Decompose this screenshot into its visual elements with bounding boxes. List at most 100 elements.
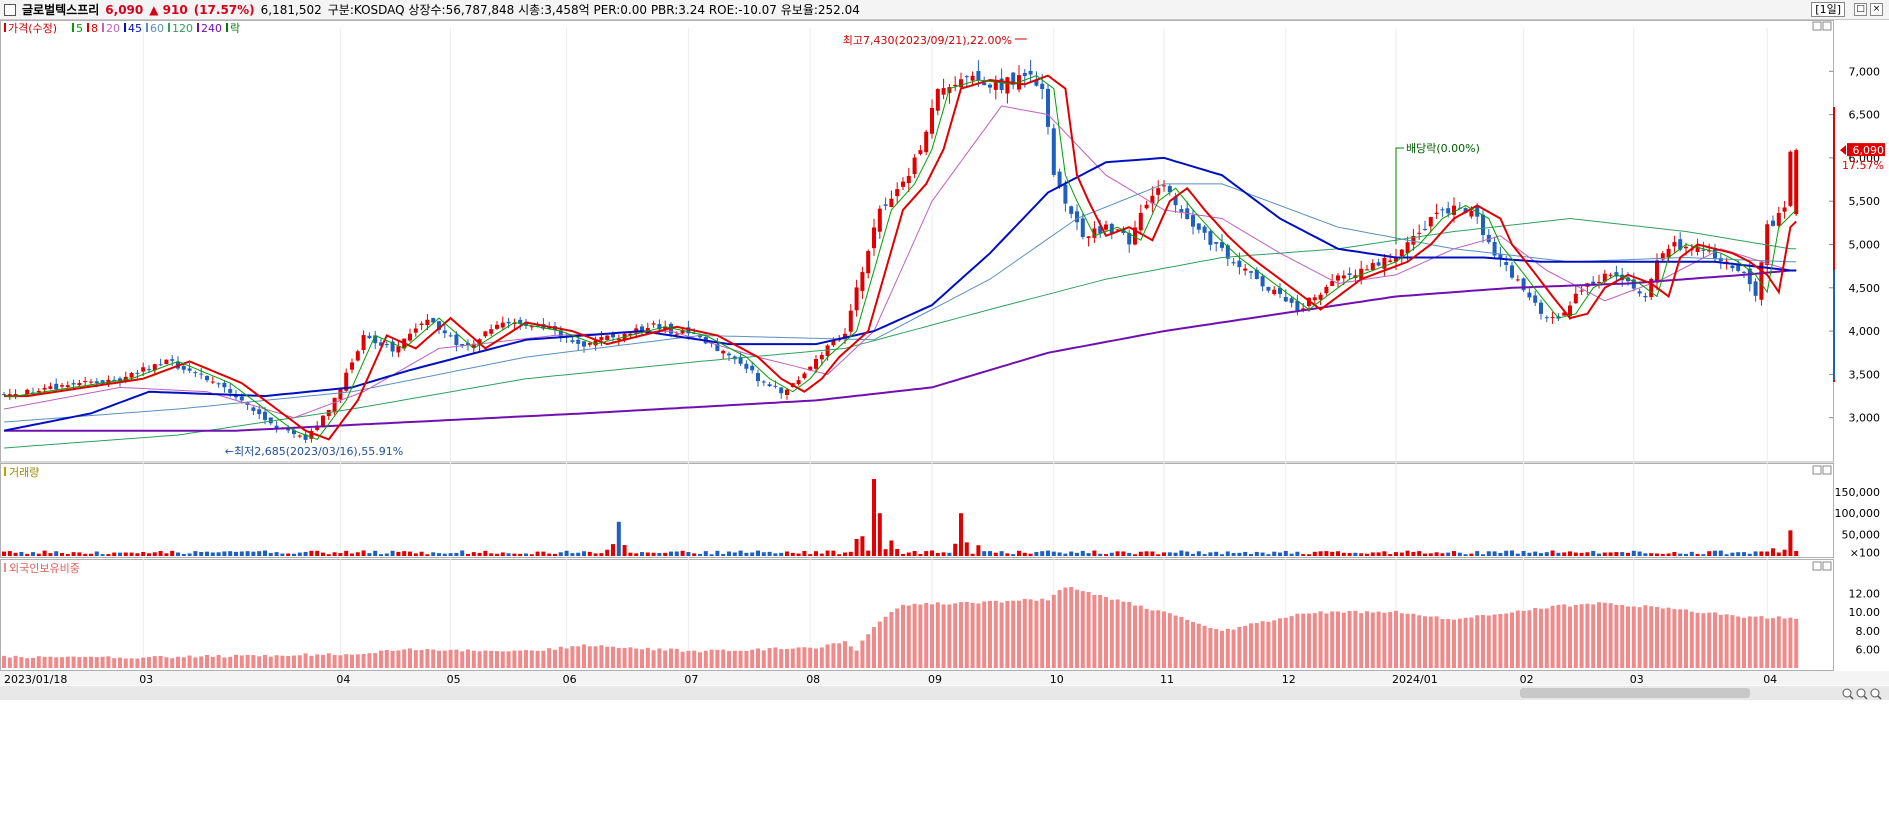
volume-bar [367,553,372,556]
volume-bar [1289,553,1294,556]
candle-body [268,417,273,424]
legend-label[interactable]: 5 [76,22,83,35]
volume-bar [547,553,552,556]
volume-panel-frame [0,463,1834,558]
legend-label[interactable]: 락 [230,22,240,35]
foreign-bar [1747,616,1752,668]
zoom-out-icon[interactable] [1856,688,1866,698]
price-panel-max-icon[interactable] [1812,21,1822,31]
maximize-icon[interactable]: □ [1854,3,1867,16]
candle-body [1550,317,1555,319]
volume-bar [1521,550,1526,556]
volume-panel-close-icon[interactable] [1822,465,1832,475]
stock-info: 구분:KOSDAQ 상장수:56,787,848 시총:3,458억 PER:0… [327,3,860,17]
legend-label[interactable]: 20 [106,22,120,35]
candle-body [872,227,876,249]
volume-bar [1399,552,1404,556]
volume-bar [1214,551,1219,556]
legend-label[interactable]: 240 [201,22,222,35]
foreign-bar [425,649,430,668]
volume-bar [1753,551,1758,556]
volume-tick-label: 150,000 [1835,486,1881,499]
foreign-bar [1225,628,1230,668]
candle-body [1005,77,1010,94]
candle-body [895,189,900,197]
volume-bar [239,551,244,556]
volume-tick-label: ×100 [1850,547,1880,560]
stock-chart[interactable]: 7,0006,5006,0005,5005,0004,5004,0003,500… [0,20,1889,826]
volume-bar [1376,552,1381,556]
select-checkbox[interactable] [4,3,16,16]
foreign-bar [628,647,633,668]
foreign-bar [1579,604,1584,668]
foreign-bar [924,602,929,668]
foreign-bar [698,652,702,668]
foreign-tick-label: 8.00 [1856,625,1881,638]
volume-bar [19,551,24,556]
foreign-panel-max-icon[interactable] [1812,561,1822,571]
foreign-bar [466,649,470,668]
zoom-reset-icon[interactable] [1842,688,1852,698]
foreign-bar [193,657,198,668]
period-selector[interactable]: [1일] [1811,2,1845,17]
candle-body [912,157,917,175]
zoom-in-icon[interactable] [1870,688,1880,698]
foreign-bar [895,608,900,668]
candle-body [1579,290,1584,292]
foreign-bar [1399,613,1404,668]
foreign-bar [367,653,372,668]
volume-bar [860,536,865,556]
candle-body [332,397,337,413]
dividend-marker [1395,147,1404,245]
foreign-bar [1527,610,1532,668]
foreign-bar [877,621,882,668]
foreign-bar [1707,612,1712,668]
foreign-bar [721,649,726,668]
volume-bar [176,552,180,556]
foreign-panel-close-icon[interactable] [1822,561,1832,571]
foreign-bar [297,655,302,668]
candle-body [1440,209,1445,211]
volume-bar [866,550,871,556]
volume-bar [164,553,169,556]
price-panel-close-icon[interactable] [1822,21,1832,31]
foreign-bar [744,650,749,668]
foreign-bar [1220,630,1224,668]
volume-bar [553,553,557,556]
foreign-bar [1788,617,1793,668]
scrollbar-thumb[interactable] [1520,688,1750,698]
stock-name[interactable]: 글로벌텍스프리 [22,1,99,18]
foreign-bar [761,650,766,668]
foreign-bar [959,602,963,668]
volume-bar [1655,553,1659,556]
volume-bar [732,552,737,556]
x-tick-label: 04 [1763,673,1777,686]
volume-bar [1191,553,1195,556]
x-tick-label: 03 [1630,673,1644,686]
volume-bar [825,550,830,556]
volume-bar [251,551,256,556]
candle-body [1162,185,1166,187]
legend-label[interactable]: 8 [91,22,98,35]
volume-panel-max-icon[interactable] [1812,465,1822,475]
volume-bar [529,554,534,556]
foreign-bar [42,656,47,668]
legend-label[interactable]: 120 [172,22,193,35]
legend-label[interactable]: 45 [128,22,142,35]
legend-label[interactable]: 가격(수정) [8,22,57,35]
volume-bar [1486,551,1491,556]
foreign-bar [344,654,349,668]
foreign-bar [553,649,557,668]
volume-bar [1759,551,1764,556]
legend-label[interactable]: 60 [150,22,164,35]
foreign-bar [448,649,453,668]
x-tick-label: 11 [1160,673,1174,686]
candle-body [408,333,412,341]
foreign-bar [645,647,650,668]
volume-bar [918,553,923,556]
foreign-bar [1075,589,1079,668]
volume-bar [338,553,343,556]
candle-body [1788,151,1793,206]
close-icon[interactable]: × [1870,3,1883,16]
volume-bar [1104,554,1108,556]
